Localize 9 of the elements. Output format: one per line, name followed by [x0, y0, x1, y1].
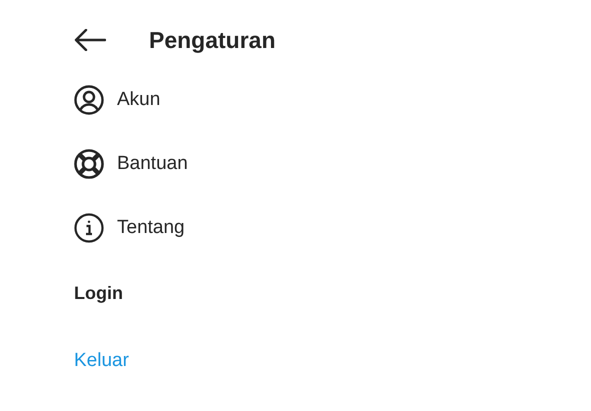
- user-icon: [74, 85, 104, 115]
- lifebuoy-icon: [74, 149, 104, 179]
- info-icon: [74, 213, 104, 243]
- settings-item[interactable]: Tentang: [74, 213, 185, 243]
- settings-item[interactable]: Bantuan: [74, 149, 188, 179]
- page-title: Pengaturan: [149, 26, 276, 54]
- section-heading: Login: [74, 283, 123, 304]
- settings-item[interactable]: Akun: [74, 85, 160, 115]
- back-arrow-icon[interactable]: [74, 29, 106, 51]
